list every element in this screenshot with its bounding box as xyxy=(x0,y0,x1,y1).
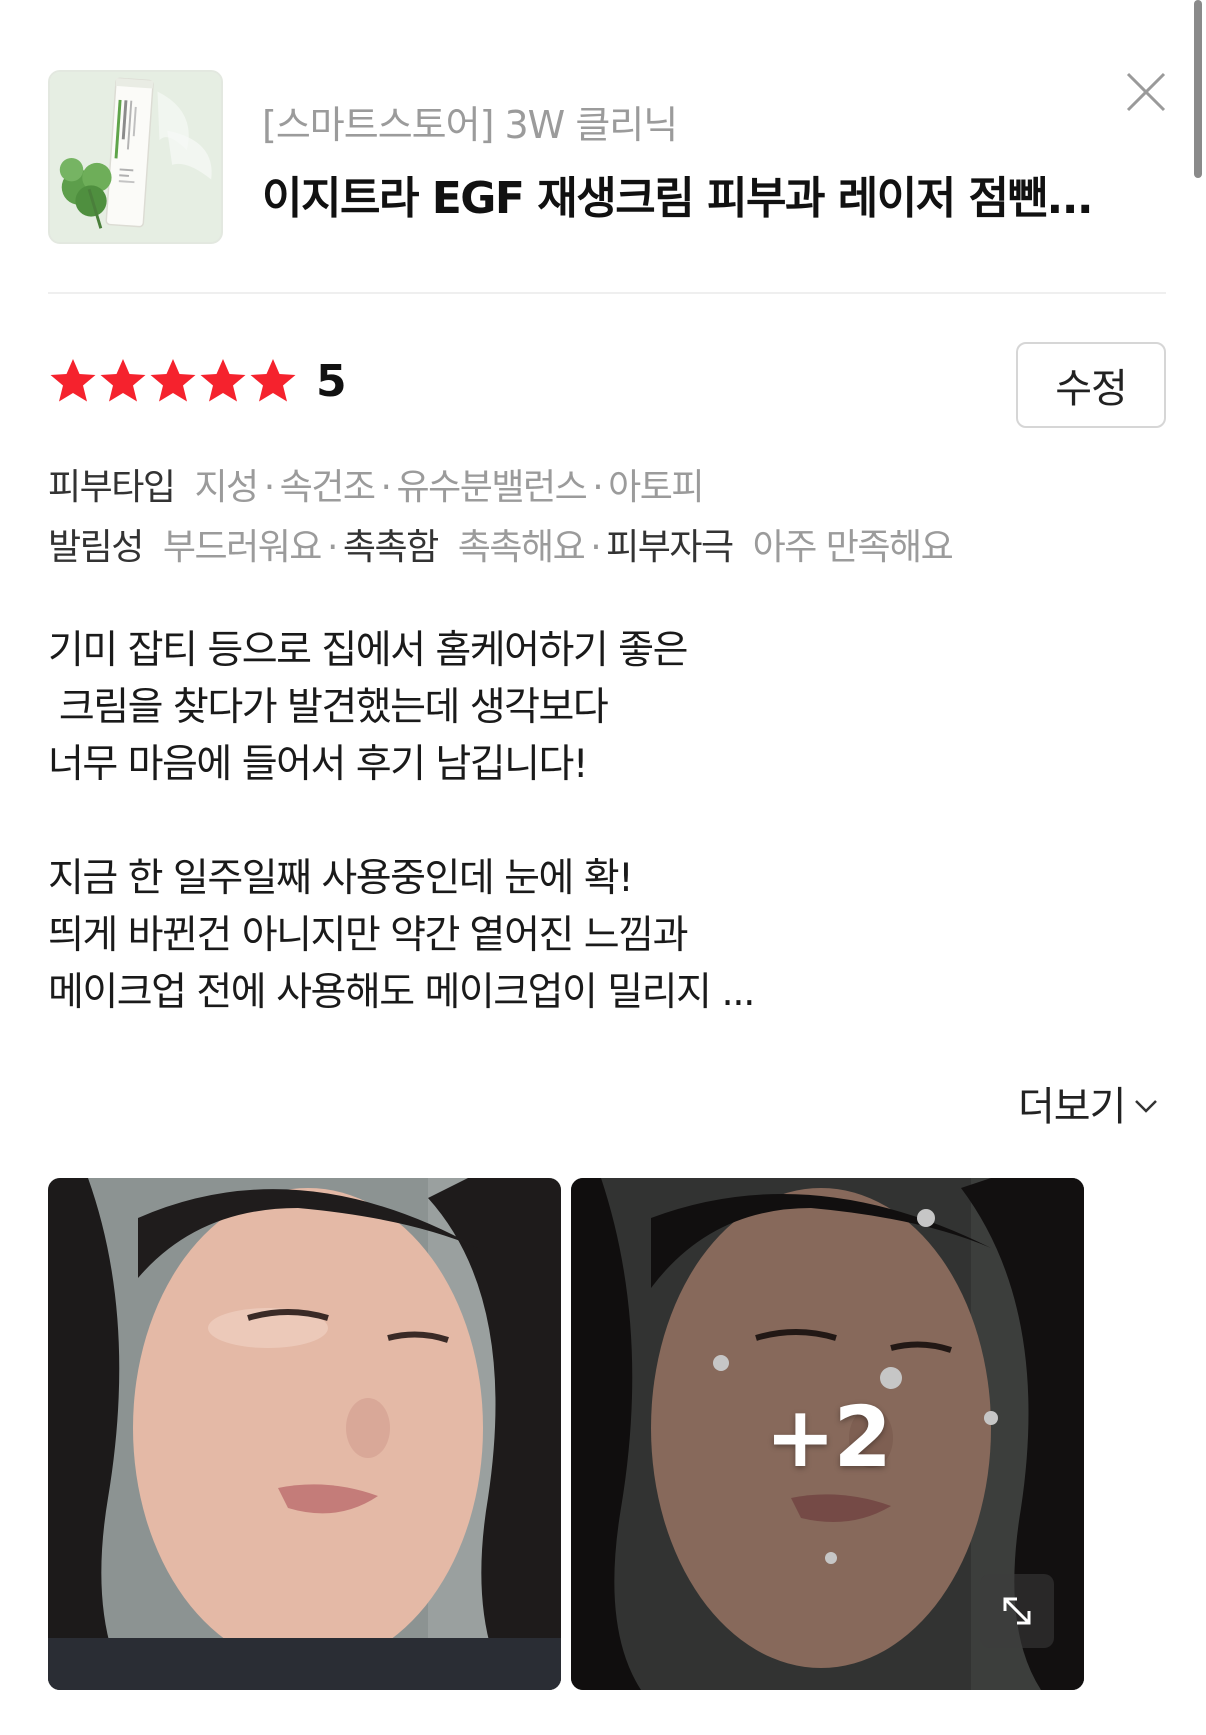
attr-value: 아주 만족해요 xyxy=(752,527,954,568)
extra-photo-count: +2 xyxy=(765,1388,892,1486)
store-name: [스마트스토어] 3W 클리닉 xyxy=(262,103,678,147)
attr-value: 지성 xyxy=(194,467,259,508)
star-rating: 5 xyxy=(48,355,347,407)
scrollbar[interactable] xyxy=(1194,0,1202,178)
more-button[interactable]: 더보기 xyxy=(1018,1074,1161,1132)
review-photo-more[interactable]: +2 xyxy=(571,1178,1084,1690)
attr-value: 부드러워요 xyxy=(162,527,323,568)
attr-value: 아토피 xyxy=(608,467,704,508)
attr-key: 피부자극 xyxy=(606,527,734,568)
attr-value: 유수분밸런스 xyxy=(396,467,587,508)
star-icon xyxy=(98,356,148,406)
close-icon[interactable] xyxy=(1124,70,1168,114)
attr-key: 발림성 xyxy=(48,527,144,568)
attr-value: 속건조 xyxy=(279,467,376,508)
separator-dot: · xyxy=(326,527,338,568)
review-text: 기미 잡티 등으로 집에서 홈케어하기 좋은 크림을 찾다가 발견했는데 생각보… xyxy=(48,622,1148,1021)
review-line: 지금 한 일주일째 사용중인데 눈에 확! xyxy=(48,856,634,901)
separator-dot: · xyxy=(380,467,392,508)
cream-tube-image xyxy=(50,72,221,242)
texture-row: 발림성 부드러워요 · 촉촉함 촉촉해요 · 피부자극 아주 만족해요 xyxy=(48,518,954,570)
product-thumbnail[interactable] xyxy=(48,70,223,244)
review-photo[interactable] xyxy=(48,1178,561,1690)
separator-dot: · xyxy=(592,467,603,508)
more-label: 더보기 xyxy=(1018,1084,1126,1130)
chevron-down-icon xyxy=(1135,1100,1158,1113)
star-icon xyxy=(48,356,98,406)
star-icon xyxy=(248,356,298,406)
star-icon xyxy=(198,356,248,406)
divider xyxy=(48,292,1166,294)
review-line: 띄게 바뀐건 아니지만 약간 옅어진 느낌과 xyxy=(48,913,688,958)
attr-key: 피부타입 xyxy=(48,467,176,508)
review-line-break xyxy=(48,793,1148,850)
review-line: 너무 마음에 들어서 후기 남깁니다! xyxy=(48,742,589,787)
edit-button[interactable]: 수정 xyxy=(1016,342,1166,428)
attr-value: 촉촉해요 xyxy=(457,527,586,568)
face-photo-image xyxy=(48,1178,561,1690)
rating-score: 5 xyxy=(316,355,347,407)
review-line: 메이크업 전에 사용해도 메이크업이 밀리지 ... xyxy=(48,970,756,1015)
attr-key: 촉촉함 xyxy=(342,527,439,568)
separator-dot: · xyxy=(590,527,601,568)
expand-icon[interactable] xyxy=(980,1574,1054,1648)
separator-dot: · xyxy=(263,467,275,508)
product-name[interactable]: 이지트라 EGF 재생크림 피부과 레이저 점뺀... xyxy=(262,162,1094,226)
star-icon xyxy=(148,356,198,406)
review-line: 크림을 찾다가 발견했는데 생각보다 xyxy=(48,685,609,730)
product-header: [스마트스토어] 3W 클리닉 이지트라 EGF 재생크림 피부과 레이저 점뺀… xyxy=(48,70,1168,245)
skin-type-row: 피부타입 지성 · 속건조 · 유수분밸런스 · 아토피 xyxy=(48,458,705,510)
review-line: 기미 잡티 등으로 집에서 홈케어하기 좋은 xyxy=(48,628,688,673)
